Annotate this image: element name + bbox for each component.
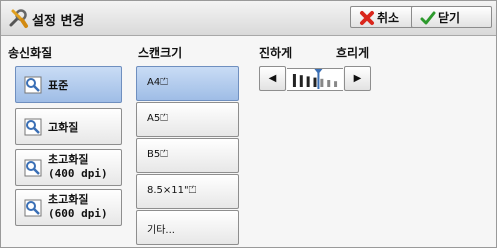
density-level-bar: [327, 80, 331, 87]
quality-main-label: 초고화질: [48, 193, 89, 206]
scan-size-label: 8.5×11"⏍: [147, 185, 197, 196]
quality-title: 송신화질: [8, 46, 53, 60]
scan-size-label: B5⏍: [147, 149, 168, 160]
magnifier-icon: [24, 159, 42, 177]
magnifier-icon: [24, 118, 42, 136]
settings-dialog: 설정 변경 취소 닫기 송신화질 스캔크기 진하게 흐리게 표준 고화질 초고화…: [0, 0, 497, 248]
quality-option-standard[interactable]: 표준: [15, 66, 122, 103]
scan-size-option-letter[interactable]: 8.5×11"⏍: [136, 174, 239, 209]
quality-dpi-label: (600 dpi): [48, 207, 108, 220]
quality-dpi-label: (400 dpi): [48, 167, 108, 180]
triangle-left-icon: ◀: [268, 73, 277, 84]
cancel-icon: [360, 11, 374, 25]
lighter-label: 흐리게: [336, 46, 370, 60]
scan-size-option-b5[interactable]: B5⏍: [136, 138, 239, 173]
tools-icon: [9, 9, 28, 28]
darker-button[interactable]: ◀: [259, 66, 286, 91]
density-scale: [287, 68, 343, 91]
scan-size-label: A4⏍: [147, 77, 168, 88]
scan-size-option-a5[interactable]: A5⏍: [136, 102, 239, 137]
quality-label: 초고화질 (600 dpi): [48, 193, 108, 221]
density-level-bar: [292, 74, 296, 87]
scan-size-label: 기타...: [147, 225, 175, 236]
quality-option-high[interactable]: 고화질: [15, 108, 122, 145]
quality-option-ultra-400[interactable]: 초고화질 (400 dpi): [15, 149, 122, 186]
density-marker-line: [317, 69, 320, 89]
scan-size-option-a4[interactable]: A4⏍: [136, 66, 239, 101]
lighter-button[interactable]: ▶: [344, 66, 371, 91]
quality-option-ultra-600[interactable]: 초고화질 (600 dpi): [15, 189, 122, 226]
settings-panel: 송신화질 스캔크기 진하게 흐리게 표준 고화질 초고화질 (400 dpi) …: [1, 36, 496, 247]
density-bars: [292, 69, 338, 89]
scan-size-option-other[interactable]: 기타...: [136, 210, 239, 245]
scan-size-label: A5⏍: [147, 113, 168, 124]
dialog-title: 설정 변경: [32, 14, 85, 29]
triangle-right-icon: ▶: [353, 73, 362, 84]
quality-label: 고화질: [48, 121, 79, 134]
scan-size-title: 스캔크기: [138, 46, 183, 60]
density-level-bar: [306, 76, 310, 87]
density-level-bar: [334, 81, 338, 87]
darker-label: 진하게: [259, 46, 293, 60]
quality-label: 초고화질 (400 dpi): [48, 153, 108, 181]
close-button[interactable]: 닫기: [411, 6, 492, 28]
quality-main-label: 초고화질: [48, 153, 89, 166]
quality-label: 표준: [48, 79, 69, 92]
density-level-bar: [313, 77, 317, 87]
magnifier-icon: [24, 199, 42, 217]
close-label: 닫기: [438, 11, 461, 25]
dialog-header: 설정 변경 취소 닫기: [1, 1, 496, 36]
checkmark-icon: [420, 11, 436, 25]
density-level-bar: [299, 75, 303, 87]
density-level-bar: [320, 78, 324, 87]
magnifier-icon: [24, 76, 42, 94]
cancel-label: 취소: [377, 11, 400, 25]
